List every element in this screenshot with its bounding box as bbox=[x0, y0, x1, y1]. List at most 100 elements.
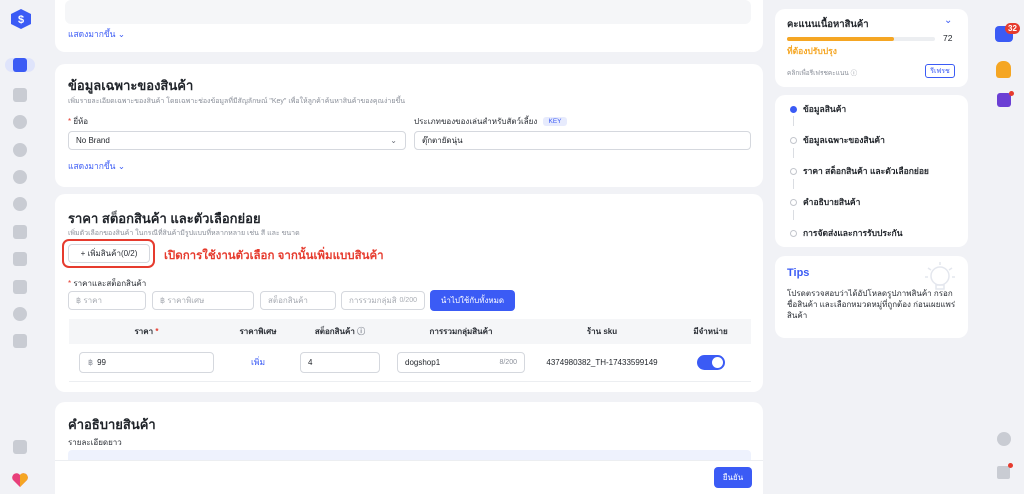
refresh-hint: คลิกเพื่อรีเฟรชคะแนน ⓘ bbox=[787, 70, 858, 77]
help-icon[interactable] bbox=[13, 307, 27, 321]
specs-title: ข้อมูลเฉพาะของสินค้า bbox=[68, 78, 194, 93]
marketing-icon[interactable] bbox=[13, 115, 27, 129]
data-insight-icon[interactable] bbox=[13, 143, 27, 157]
step-active-dot bbox=[790, 105, 797, 113]
svg-text:$: $ bbox=[18, 14, 24, 26]
col-stock: สต็อกสินค้า ⓘ bbox=[292, 319, 388, 344]
price-input[interactable]: ฿ 99 bbox=[79, 351, 214, 373]
bulk-stock-input[interactable]: สต็อกสินค้า bbox=[260, 291, 336, 310]
score-status: ที่ต้องปรับปรุง bbox=[787, 46, 837, 56]
switch-icon[interactable] bbox=[13, 440, 27, 454]
add-special-price-link[interactable]: เพิ่ม bbox=[251, 357, 265, 367]
currency-symbol: ฿ bbox=[88, 357, 94, 367]
chevron-down-icon[interactable]: ⌄ bbox=[944, 15, 952, 26]
stock-value: 4 bbox=[308, 357, 313, 367]
annotation-text: เปิดการใช้งานตัวเลือก จากนั้นเพิ่มแบบสิน… bbox=[164, 250, 384, 262]
account-icon[interactable] bbox=[13, 334, 27, 348]
step-price-stock[interactable]: ราคา สต็อกสินค้า และตัวเลือกย่อย bbox=[790, 164, 929, 178]
bell-icon[interactable] bbox=[996, 61, 1011, 78]
lazada-seller-logo[interactable]: $ bbox=[9, 8, 33, 30]
show-more-link[interactable]: แสดงมากขึ้น ⌄ bbox=[68, 27, 125, 41]
step-dot bbox=[790, 136, 797, 144]
chat-count-badge: 32 bbox=[1005, 23, 1020, 34]
orders-icon[interactable] bbox=[13, 88, 27, 102]
brand-select[interactable]: No Brand ⌄ bbox=[68, 131, 406, 150]
score-title: คะแนนเนื้อหาสินค้า bbox=[787, 19, 869, 30]
submit-button[interactable]: ยืนยัน bbox=[714, 467, 752, 488]
col-price: ราคา * bbox=[69, 319, 224, 344]
available-toggle[interactable] bbox=[696, 354, 725, 370]
products-icon[interactable] bbox=[13, 58, 27, 72]
pet-toy-type-input[interactable]: ตุ๊กตายัดนุ่น bbox=[414, 131, 751, 150]
pet-toy-type-label: ประเภทของของเล่นสำหรับสัตว์เลี้ยง KEY bbox=[414, 115, 567, 128]
score-progress-fill bbox=[787, 37, 894, 41]
step-description[interactable]: คำอธิบายสินค้า bbox=[790, 195, 860, 209]
step-specifications[interactable]: ข้อมูลเฉพาะของสินค้า bbox=[790, 133, 885, 147]
feedback-edit-icon[interactable] bbox=[997, 466, 1010, 479]
specs-subtitle: เพิ่มรายละเอียดเฉพาะของสินค้า โดยเฉพาะช่… bbox=[68, 98, 406, 105]
group-placeholder: การรวมกลุ่มสิ bbox=[349, 296, 397, 305]
chevron-down-icon: ⌄ bbox=[117, 29, 125, 39]
info-box bbox=[65, 0, 751, 24]
brand-label: * ยี่ห้อ bbox=[68, 117, 89, 126]
score-value: 72 bbox=[943, 33, 953, 43]
table-row: ฿ 99 เพิ่ม 4 dogshop1 8/200 4374980382_T… bbox=[69, 344, 751, 382]
bulk-special-price-input[interactable]: ฿ ราคาพิเศษ bbox=[152, 291, 254, 310]
bulk-price-input[interactable]: ฿ ราคา bbox=[68, 291, 146, 310]
key-badge: KEY bbox=[543, 117, 567, 127]
messages-icon[interactable] bbox=[13, 197, 27, 211]
step-dot bbox=[790, 167, 797, 175]
step-connector bbox=[793, 210, 794, 220]
gear-icon[interactable] bbox=[997, 432, 1011, 446]
add-variant-button[interactable]: + เพิ่มสินค้า(0/2) bbox=[68, 244, 150, 263]
show-more-label: แสดงมากขึ้น bbox=[68, 29, 116, 39]
col-available: มีจำหน่าย bbox=[670, 319, 751, 344]
chevron-down-icon: ⌄ bbox=[390, 136, 397, 145]
bottom-action-bar bbox=[55, 460, 763, 494]
chevron-down-icon: ⌄ bbox=[117, 161, 125, 171]
store-icon[interactable] bbox=[13, 225, 27, 239]
group-value: dogshop1 bbox=[405, 357, 441, 367]
stock-input[interactable]: 4 bbox=[300, 351, 380, 373]
refresh-button[interactable]: รีเฟรช bbox=[925, 64, 955, 78]
description-title: คำอธิบายสินค้า bbox=[68, 417, 156, 432]
specs-show-more-link[interactable]: แสดงมากขึ้น ⌄ bbox=[68, 159, 125, 173]
finance-icon[interactable] bbox=[13, 170, 27, 184]
sku-cell: 4374980382_TH-17433599149 bbox=[534, 344, 670, 382]
table-header-row: ราคา * ราคาพิเศษ สต็อกสินค้า ⓘ การรวมกลุ… bbox=[69, 319, 751, 344]
step-connector bbox=[793, 116, 794, 126]
product-info-card: แสดงมากขึ้น ⌄ bbox=[55, 0, 763, 52]
apply-all-button[interactable]: นำไปใช้กับทั้งหมด bbox=[430, 290, 515, 311]
step-shipping-warranty[interactable]: การจัดส่งและการรับประกัน bbox=[790, 226, 903, 240]
stock-cell: 4 bbox=[292, 344, 388, 382]
available-cell bbox=[670, 344, 751, 382]
group-counter: 8/200 bbox=[499, 358, 517, 366]
step-connector bbox=[793, 148, 794, 158]
heart-app-icon[interactable] bbox=[11, 472, 29, 488]
col-special-price: ราคาพิเศษ bbox=[224, 319, 292, 344]
bulk-group-input[interactable]: การรวมกลุ่มสิ 0/200 bbox=[341, 291, 425, 310]
tips-title: Tips bbox=[787, 267, 810, 279]
info-icon: ⓘ bbox=[850, 70, 858, 77]
notification-dot bbox=[1009, 91, 1014, 96]
price-stock-label: * ราคาและสต็อกสินค้า bbox=[68, 279, 147, 288]
step-dot bbox=[790, 198, 797, 206]
step-dot bbox=[790, 229, 797, 237]
show-more-label: แสดงมากขึ้น bbox=[68, 161, 116, 171]
wallet-icon[interactable] bbox=[13, 280, 27, 294]
variant-table: ราคา * ราคาพิเศษ สต็อกสินค้า ⓘ การรวมกลุ… bbox=[69, 319, 751, 382]
pet-toy-type-value: ตุ๊กตายัดนุ่น bbox=[422, 136, 463, 145]
col-group: การรวมกลุ่มสินค้า bbox=[388, 319, 534, 344]
left-sidebar: $ bbox=[0, 0, 40, 494]
tips-body: โปรดตรวจสอบว่าได้อัปโหลดรูปภาพสินค้า กรอ… bbox=[787, 289, 956, 320]
step-product-info[interactable]: ข้อมูลสินค้า bbox=[790, 102, 846, 116]
notification-dot bbox=[1008, 463, 1013, 468]
col-seller-sku: ร้าน sku bbox=[534, 319, 670, 344]
brand-value: No Brand bbox=[76, 136, 110, 145]
group-cell: dogshop1 8/200 bbox=[388, 344, 534, 382]
group-input[interactable]: dogshop1 8/200 bbox=[397, 351, 525, 373]
score-progress-track bbox=[787, 37, 935, 41]
price-cell: ฿ 99 bbox=[69, 344, 224, 382]
growth-icon[interactable] bbox=[13, 252, 27, 266]
editor-toolbar[interactable] bbox=[68, 450, 751, 460]
